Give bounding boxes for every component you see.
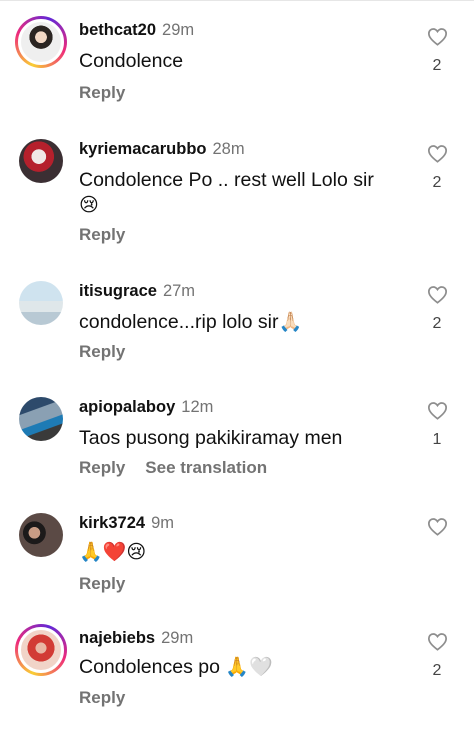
comment-text: Condolences po 🙏🤍 [79,655,399,680]
comment-actions: Reply [79,574,145,594]
avatar-image [19,281,63,325]
avatar-image [18,19,64,65]
comment-text-body: Condolence [79,50,184,72]
reply-button[interactable]: Reply [79,83,125,102]
comment-item: najebiebs 29m Condolences po 🙏🤍 Reply 2 [0,624,474,724]
comment-text: Taos pusong pakikiramay men [79,426,399,451]
like-area: 2 [426,144,448,192]
reply-button[interactable]: Reply [79,688,125,707]
comment-text-body: condolence...rip lolo sir [79,311,279,333]
timestamp: 12m [181,398,214,416]
comment-header: apiopalaboy 12m [79,398,213,417]
username[interactable]: kirk3724 [79,514,145,532]
like-area [426,517,448,536]
comment-header: itisugrace 27m [79,282,195,301]
comment-item: kirk3724 9m 🙏❤️😢 Reply [0,509,474,609]
comment-emoji: 🙏🏻 [278,311,303,333]
like-area: 2 [426,632,448,680]
username[interactable]: kyriemacarubbo [79,140,206,158]
timestamp: 29m [161,629,194,647]
comment-item: bethcat20 29m Condolence Reply 2 [0,16,474,116]
like-count: 2 [432,662,442,679]
comment-text: Condolence Po .. rest well Lolo sir 😢 [79,168,399,218]
comment-emoji: 🙏🤍 [225,656,273,678]
timestamp: 27m [162,282,196,300]
comment-text: Condolence [79,49,399,74]
timestamp: 29m [162,21,195,39]
username[interactable]: apiopalaboy [79,398,175,416]
comment-header: kirk3724 9m [79,514,174,533]
comment-header: bethcat20 29m [79,21,194,40]
comment-actions: Reply [79,688,145,708]
avatar-image [19,139,63,183]
avatar-image [19,397,63,441]
comment-header: najebiebs 29m [79,629,193,648]
reply-button[interactable]: Reply [79,225,125,244]
like-count: 2 [432,57,442,74]
comment-emoji: 😢 [79,194,99,216]
comment-header: kyriemacarubbo 28m [79,140,245,159]
comment-actions: Reply [79,225,145,245]
avatar-image [19,513,63,557]
comment-actions: Reply [79,342,145,362]
heart-outline-icon[interactable] [427,27,448,46]
comment-text: condolence...rip lolo sir🙏🏻 [79,310,399,335]
comment-item: apiopalaboy 12m Taos pusong pakikiramay m… [0,393,474,493]
like-area: 1 [426,401,448,449]
username[interactable]: itisugrace [79,282,157,300]
heart-outline-icon[interactable] [427,401,448,420]
avatar[interactable] [15,277,67,329]
heart-outline-icon[interactable] [427,285,448,304]
comment-actions: Reply [79,83,145,103]
like-count: 1 [432,431,442,448]
timestamp: 9m [151,514,174,532]
comment-emoji: 🙏❤️😢 [79,541,147,563]
see-translation-button[interactable]: See translation [145,458,267,477]
heart-outline-icon[interactable] [427,144,448,163]
timestamp: 28m [212,140,245,158]
heart-outline-icon[interactable] [427,632,448,651]
avatar[interactable] [15,16,67,68]
like-area: 2 [426,27,448,75]
comment-text: 🙏❤️😢 [79,540,399,565]
comment-item: itisugrace 27m condolence...rip lolo sir🙏… [0,277,474,377]
reply-button[interactable]: Reply [79,342,125,361]
avatar[interactable] [15,393,67,445]
comment-text-body: Taos pusong pakikiramay men [79,427,343,449]
avatar[interactable] [15,135,67,187]
avatar[interactable] [15,509,67,561]
reply-button[interactable]: Reply [79,574,125,593]
comment-item: kyriemacarubbo 28m Condolence Po .. rest … [0,135,474,250]
avatar-image [18,627,64,673]
like-area: 2 [426,285,448,333]
heart-outline-icon[interactable] [427,517,448,536]
like-count: 2 [432,315,442,332]
top-divider [0,0,474,4]
comment-text-body: Condolences po [79,656,226,678]
username[interactable]: najebiebs [79,629,155,647]
reply-button[interactable]: Reply [79,458,125,477]
username[interactable]: bethcat20 [79,21,156,39]
avatar[interactable] [15,624,67,676]
like-count: 2 [432,174,442,191]
comment-text-body: Condolence Po .. rest well Lolo sir [79,169,374,191]
comment-actions: Reply See translation [79,458,287,478]
